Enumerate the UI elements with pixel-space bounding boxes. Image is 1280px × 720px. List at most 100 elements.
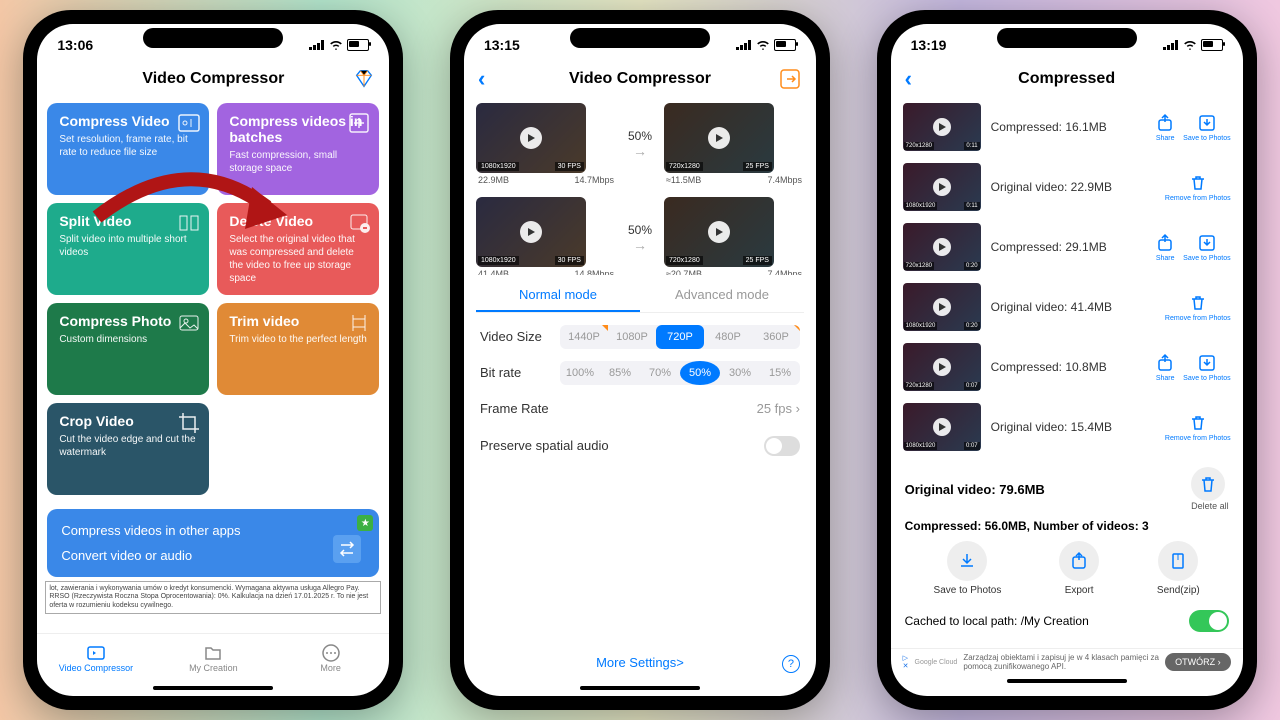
card-compress-photo[interactable]: Compress PhotoCustom dimensions: [47, 303, 209, 395]
play-icon: [708, 221, 730, 243]
play-icon: [933, 238, 951, 256]
original-total: Original video: 79.6MB: [905, 482, 1045, 497]
item-text: Original video: 22.9MB: [991, 180, 1155, 194]
zip-icon: [1168, 551, 1188, 571]
status-bar: 13:15: [464, 24, 816, 61]
save-photos-button[interactable]: Save to Photos: [934, 541, 1002, 596]
result-row: 1080x19200:07 Original video: 15.4MB Rem…: [891, 397, 1243, 457]
item-text: Compressed: 10.8MB: [991, 360, 1146, 374]
share-button[interactable]: Share: [1155, 353, 1175, 382]
ad-label: ▷✕: [903, 654, 909, 670]
chip-1440p[interactable]: 1440P: [560, 325, 608, 349]
remove-button[interactable]: Remove from Photos: [1165, 293, 1231, 322]
phone-1: 13:06 Video Compressor Compress VideoSet…: [23, 10, 403, 710]
back-button[interactable]: ‹: [478, 68, 485, 90]
tab-more[interactable]: More: [272, 634, 389, 682]
export-button[interactable]: [778, 67, 802, 91]
export-button[interactable]: Export: [1059, 541, 1099, 596]
video-thumb[interactable]: 720x12800:20: [903, 223, 981, 271]
spatial-audio-row: Preserve spatial audio: [464, 426, 816, 466]
convert-icon: [329, 531, 365, 567]
play-icon: [933, 418, 951, 436]
play-icon: [933, 178, 951, 196]
delete-all-button[interactable]: Delete all: [1191, 467, 1229, 511]
phone-2: 13:15 ‹ Video Compressor 1080x192030 FPS…: [450, 10, 830, 710]
save-button[interactable]: Save to Photos: [1183, 113, 1230, 142]
card-more-features[interactable]: ★ Compress videos in other apps Convert …: [47, 509, 379, 577]
chip-15[interactable]: 15%: [760, 361, 800, 385]
card-compress-batch[interactable]: Compress videos in batchesFast compressi…: [217, 103, 379, 195]
premium-icon[interactable]: [353, 68, 375, 90]
card-split-video[interactable]: Split VideoSplit video into multiple sho…: [47, 203, 209, 295]
video-thumb[interactable]: 1080x19200:11: [903, 163, 981, 211]
status-time: 13:15: [484, 37, 520, 53]
compressed-total: Compressed: 56.0MB, Number of videos: 3: [905, 519, 1229, 533]
item-text: Original video: 15.4MB: [991, 420, 1155, 434]
home-indicator: [580, 686, 700, 690]
tab-compressor[interactable]: Video Compressor: [37, 634, 154, 682]
tab-creation[interactable]: My Creation: [155, 634, 272, 682]
bitrate-row: Bit rate 100% 85% 70% 50% 30% 15%: [464, 355, 816, 391]
batch-icon: [347, 111, 371, 135]
video-size-chips: 1440P 1080P 720P 480P 360P: [560, 325, 800, 349]
ad-banner[interactable]: ▷✕ Google Cloud Zarządzaj obiektami i za…: [891, 648, 1243, 675]
chip-1080p[interactable]: 1080P: [608, 325, 656, 349]
framerate-row[interactable]: Frame Rate 25 fps ›: [464, 391, 816, 426]
card-compress-video[interactable]: Compress VideoSet resolution, frame rate…: [47, 103, 209, 195]
spatial-audio-toggle[interactable]: [764, 436, 800, 456]
status-bar: 13:19: [891, 24, 1243, 61]
chip-70[interactable]: 70%: [640, 361, 680, 385]
chip-480p[interactable]: 480P: [704, 325, 752, 349]
chip-100[interactable]: 100%: [560, 361, 600, 385]
video-thumb[interactable]: 1080x19200:07: [903, 403, 981, 451]
compress-ratio: 50%→: [620, 129, 660, 159]
card-crop-video[interactable]: Crop VideoCut the video edge and cut the…: [47, 403, 209, 495]
video-thumb-compressed[interactable]: 720x128025 FPS: [664, 103, 774, 173]
summary: Original video: 79.6MB Delete all Compre…: [891, 457, 1243, 648]
ad-source: Google Cloud: [915, 659, 958, 666]
ad-open-button[interactable]: OTWÓRZ ›: [1165, 653, 1231, 671]
chip-720p[interactable]: 720P: [656, 325, 704, 349]
compress-list: 1080x192030 FPS 22.9MB14.7Mbps 50%→ 720x…: [464, 97, 816, 275]
result-row: 1080x19200:20 Original video: 41.4MB Rem…: [891, 277, 1243, 337]
send-zip-button[interactable]: Send(zip): [1157, 541, 1200, 596]
card-delete-video[interactable]: Delete VideoSelect the original video th…: [217, 203, 379, 295]
status-time: 13:19: [911, 37, 947, 53]
video-thumb-original[interactable]: 1080x192030 FPS: [476, 197, 586, 267]
compressor-tab-icon: [86, 643, 106, 663]
cache-path-row: Cached to local path: /My Creation: [905, 604, 1229, 638]
tab-bar: Video Compressor My Creation More: [37, 633, 389, 682]
page-title: Video Compressor: [142, 70, 284, 88]
video-thumb[interactable]: 720x12800:11: [903, 103, 981, 151]
tab-advanced[interactable]: Advanced mode: [640, 279, 804, 312]
signal-icon: [1163, 40, 1179, 50]
video-thumb[interactable]: 720x12800:07: [903, 343, 981, 391]
tab-normal[interactable]: Normal mode: [476, 279, 640, 312]
more-settings-button[interactable]: More Settings> ?: [464, 643, 816, 682]
remove-button[interactable]: Remove from Photos: [1165, 173, 1231, 202]
chip-85[interactable]: 85%: [600, 361, 640, 385]
video-thumb-compressed[interactable]: 720x128025 FPS: [664, 197, 774, 267]
cache-toggle[interactable]: [1189, 610, 1229, 632]
compressed-list: 720x12800:11 Compressed: 16.1MB Share Sa…: [891, 97, 1243, 457]
save-button[interactable]: Save to Photos: [1183, 353, 1230, 382]
chip-50[interactable]: 50%: [680, 361, 720, 385]
share-button[interactable]: Share: [1155, 113, 1175, 142]
download-icon: [957, 551, 977, 571]
chip-30[interactable]: 30%: [720, 361, 760, 385]
video-thumb[interactable]: 1080x19200:20: [903, 283, 981, 331]
item-text: Compressed: 16.1MB: [991, 120, 1146, 134]
status-bar: 13:06: [37, 24, 389, 61]
share-button[interactable]: Share: [1155, 233, 1175, 262]
item-text: Compressed: 29.1MB: [991, 240, 1146, 254]
card-trim-video[interactable]: Trim videoTrim video to the perfect leng…: [217, 303, 379, 395]
help-icon[interactable]: ?: [782, 655, 800, 673]
chip-360p[interactable]: 360P: [752, 325, 800, 349]
remove-button[interactable]: Remove from Photos: [1165, 413, 1231, 442]
save-button[interactable]: Save to Photos: [1183, 233, 1230, 262]
result-row: 720x12800:11 Compressed: 16.1MB Share Sa…: [891, 97, 1243, 157]
video-thumb-original[interactable]: 1080x192030 FPS: [476, 103, 586, 173]
back-button[interactable]: ‹: [905, 68, 912, 90]
star-badge: ★: [357, 515, 373, 531]
compress-ratio: 50%→: [620, 223, 660, 253]
